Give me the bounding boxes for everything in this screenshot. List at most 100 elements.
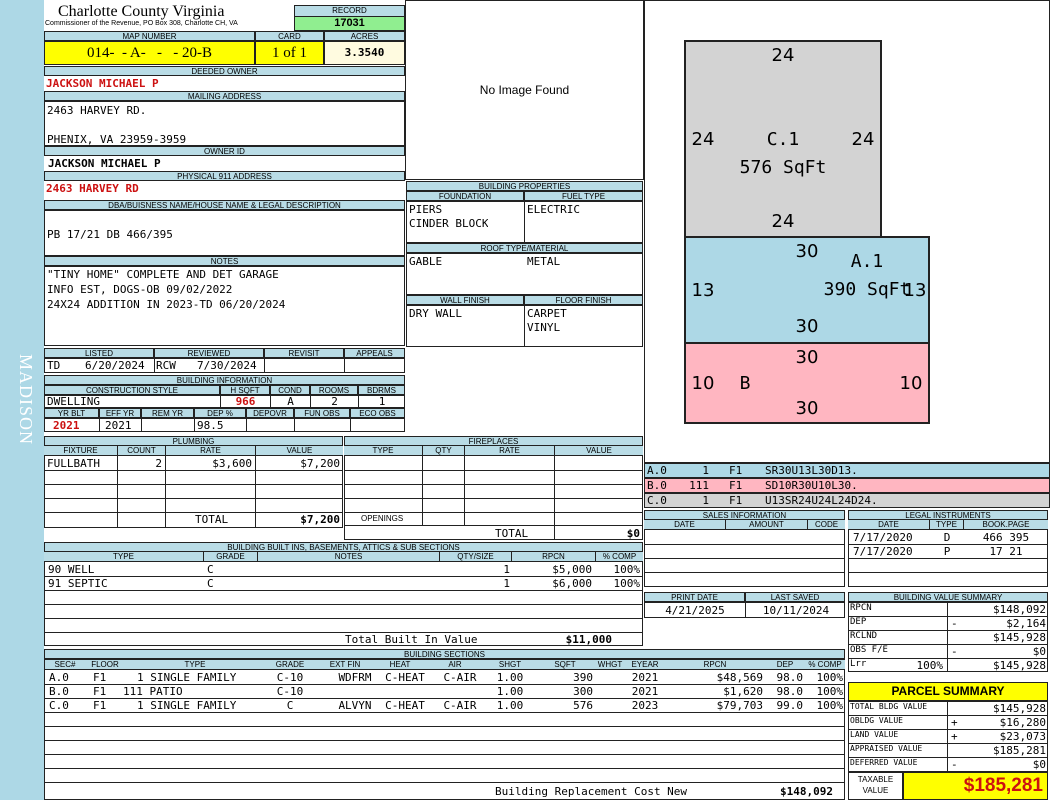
construction-style-header: CONSTRUCTION STYLE (44, 385, 220, 395)
sections-col: GRADE (275, 660, 305, 669)
legal-book: 466 395 (982, 531, 1030, 544)
legend-floor: F1 (729, 464, 743, 477)
parcel-label: APPRAISED VALUE (850, 744, 923, 753)
acres-header: ACRES (324, 31, 405, 41)
floor-finish-header: FLOOR FINISH (524, 295, 643, 305)
effective-year: 2021 (105, 419, 132, 432)
foundation-fuel-box: PIERS CINDER BLOCK ELECTRIC (406, 201, 643, 243)
built-in-grade: C (207, 577, 214, 590)
map-number-header: MAP NUMBER (44, 31, 255, 41)
section-rpcn: $79,703 (716, 699, 763, 712)
legend-count: 1 (702, 464, 709, 477)
condition: A (287, 395, 294, 408)
building-sketch: 24 24 24 24 C.1 576 SqFt 30 13 13 30 A.1… (684, 40, 930, 424)
taxable-label: TAXABLE (857, 775, 894, 784)
card-number: 1 of 1 (255, 41, 324, 65)
sketch-area: 390 SqFt (824, 279, 911, 300)
fireplaces-total: $0 (626, 527, 640, 540)
map-number: 014- - A- - - 20-B (44, 41, 255, 65)
section-code: C.0 (49, 699, 69, 712)
section-floor: F1 (93, 685, 107, 698)
section-code: B.0 (49, 685, 69, 698)
revisit-header: REVISIT (264, 348, 344, 358)
summary-label: Lrr (850, 659, 867, 669)
fireplaces-header: FIREPLACES (344, 436, 643, 446)
legend-code: C.0 (647, 494, 667, 507)
section-type: 111 PATIO (123, 685, 183, 698)
district-label: MADISON (16, 354, 36, 446)
plumbing-value: $7,200 (300, 457, 340, 470)
summary-sign: - (951, 645, 958, 658)
parcel-summary-title: PARCEL SUMMARY (848, 682, 1048, 701)
summary-label: OBS F/E (850, 645, 888, 655)
legal-col-type: TYPE (930, 520, 964, 530)
section-grade: C-10 (276, 685, 304, 698)
sketch-dim: 24 (772, 211, 795, 232)
legend-floor: F1 (729, 494, 743, 507)
roof-header: ROOF TYPE/MATERIAL (406, 243, 643, 253)
section-comp: 100% (816, 671, 844, 684)
plumbing-header: PLUMBING (44, 436, 343, 446)
built-ins-col-comp: % COMP (596, 552, 643, 562)
sections-col: EYEAR (631, 660, 659, 669)
sketch-legend-row: C.0 1 F1 U13SR24U24L24D24. (644, 493, 1050, 508)
sections-col: TYPE (184, 660, 206, 669)
foundation-header: FOUNDATION (406, 191, 524, 201)
fireplaces-col-rate: RATE (465, 446, 555, 456)
year-built: 2021 (53, 419, 80, 432)
construction-style: DWELLING (47, 395, 100, 408)
plumbing-rate: $3,600 (212, 457, 252, 470)
sections-col: SEC# (54, 660, 76, 669)
sketch-dim: 24 (852, 129, 875, 150)
sketch-label: B (740, 373, 751, 394)
section-shgt: 1.00 (496, 699, 524, 712)
note-line: "TINY HOME" COMPLETE AND DET GARAGE (47, 268, 279, 281)
legal-description: PB 17/21 DB 466/395 (47, 228, 173, 241)
legend-count: 1 (702, 494, 709, 507)
fuel-type-header: FUEL TYPE (524, 191, 643, 201)
summary-label: RPCN (850, 603, 872, 613)
parcel-label: LAND VALUE (850, 730, 899, 739)
sketch-legend-row: B.0 111 F1 SD10R30U10L30. (644, 478, 1050, 493)
yrblt-header: YR BLT (44, 408, 99, 418)
sections-col: SQFT (554, 660, 576, 669)
built-in-qty: 1 (503, 563, 510, 576)
sketch-dim: 13 (692, 280, 715, 301)
legal-book: 17 21 (989, 545, 1023, 558)
sales-col-date: DATE (644, 520, 726, 530)
heated-sqft: 966 (235, 395, 256, 408)
acres-value: 3.3540 (324, 41, 405, 65)
section-shgt: 1.00 (496, 671, 524, 684)
section-dep: 98.0 (776, 685, 804, 698)
taxable-value: $185,281 (903, 772, 1048, 800)
sketch-dim: 30 (796, 347, 819, 368)
built-in-total-label: Total Built In Value (345, 633, 478, 646)
fireplaces-col-value: VALUE (555, 446, 643, 456)
value-summary-header: BUILDING VALUE SUMMARY (848, 592, 1048, 602)
wall-finish-value: DRY WALL (409, 307, 462, 320)
floor-finish-value: CARPET (527, 307, 567, 320)
legal-type: P (943, 545, 951, 558)
fireplaces-total-label: TOTAL (495, 527, 529, 540)
roof-box: GABLE METAL (406, 253, 643, 295)
built-ins-col-notes: NOTES (258, 552, 440, 562)
built-ins-col-grade: GRADE (204, 552, 258, 562)
plumbing-count: 2 (155, 457, 162, 470)
parcel-sign: + (951, 730, 958, 743)
last-saved-header: LAST SAVED (745, 592, 845, 602)
taxable-label: VALUE (862, 786, 889, 795)
legend-path: U13SR24U24L24D24. (765, 494, 878, 507)
sections-col: HEAT (389, 660, 411, 669)
built-in-comp: 100% (613, 577, 641, 590)
sketch-legend-row: A.0 1 F1 SR30U13L30D13. (644, 463, 1050, 478)
parcel-label: TOTAL BLDG VALUE (850, 702, 928, 711)
sketch-dim: 10 (692, 373, 715, 394)
listed-date: 6/20/2024 (85, 359, 145, 372)
print-date-header: PRINT DATE (644, 592, 745, 602)
section-sqft: 576 (573, 699, 593, 712)
summary-value: $0 (1032, 645, 1046, 658)
fireplaces-table: TYPE QTY RATE VALUE OPENINGS TOTAL $0 (344, 446, 643, 540)
record-number: 17031 (294, 16, 405, 31)
plumbing-fixture: FULLBATH (47, 457, 100, 470)
review-row: TD 6/20/2024 RCW 7/30/2024 (44, 358, 405, 373)
